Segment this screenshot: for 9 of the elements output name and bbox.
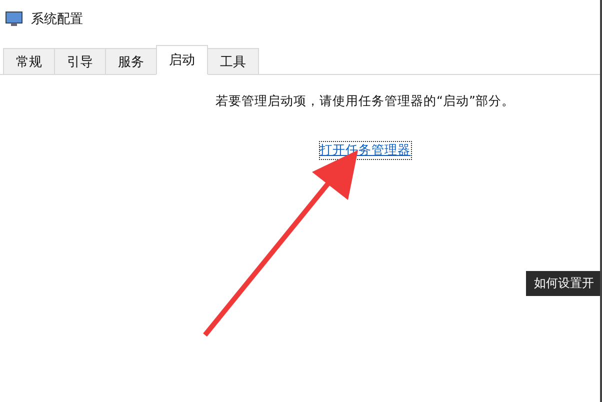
tab[interactable]: 服务 (105, 48, 157, 74)
startup-message: 若要管理启动项，请使用任务管理器的“启动”部分。 (216, 93, 514, 110)
tab[interactable]: 启动 (156, 45, 208, 75)
tab[interactable]: 工具 (207, 48, 259, 74)
tooltip: 如何设置开 (526, 271, 600, 296)
tab[interactable]: 常规 (3, 48, 55, 74)
window-title: 系统配置 (31, 11, 83, 28)
tab[interactable]: 引导 (54, 48, 106, 74)
monitor-icon (5, 11, 23, 27)
